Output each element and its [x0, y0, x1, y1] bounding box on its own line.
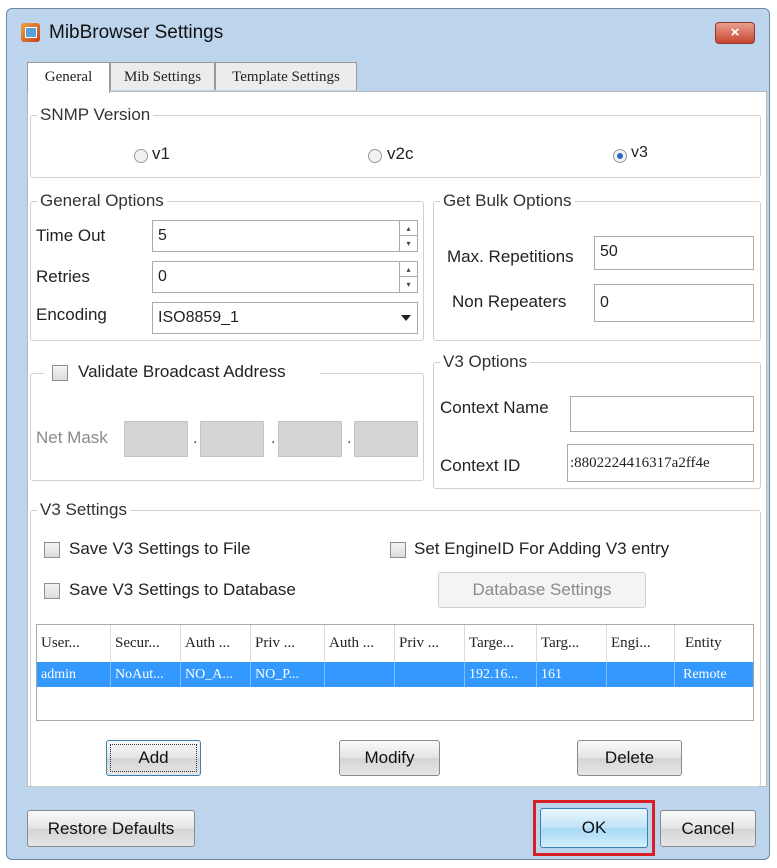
ip-dot: . — [347, 430, 352, 447]
table-cell — [607, 662, 675, 687]
encoding-select[interactable]: ISO8859_1 — [152, 302, 418, 334]
max-repetitions-field[interactable]: 50 — [594, 236, 754, 270]
tab-mib-settings[interactable]: Mib Settings — [110, 62, 215, 90]
close-button[interactable]: × — [715, 22, 755, 44]
column-header[interactable]: Priv ... — [395, 625, 465, 662]
validate-broadcast-label: Validate Broadcast Address — [78, 362, 286, 381]
table-cell: NoAut... — [111, 662, 181, 687]
encoding-value: ISO8859_1 — [158, 309, 239, 326]
max-repetitions-label: Max. Repetitions — [447, 247, 574, 266]
validate-broadcast-checkbox[interactable] — [52, 365, 68, 381]
title-bar[interactable]: MibBrowser Settings × — [7, 9, 769, 53]
timeout-label: Time Out — [36, 226, 106, 245]
column-header[interactable]: Priv ... — [251, 625, 325, 662]
ok-highlight-box — [533, 800, 655, 856]
column-header[interactable]: Auth ... — [181, 625, 251, 662]
ip-dot: . — [271, 430, 276, 447]
netmask-octet-4 — [354, 421, 418, 457]
snmp-version-legend: SNMP Version — [37, 105, 154, 125]
general-options-legend: General Options — [37, 191, 167, 211]
save-to-db-label: Save V3 Settings to Database — [69, 580, 296, 599]
table-cell: Remote — [683, 667, 727, 682]
netmask-octet-3 — [278, 421, 342, 457]
context-id-field[interactable]: :8802224416317a2ff4e — [567, 444, 754, 482]
chevron-down-icon — [401, 315, 411, 321]
ip-dot: . — [193, 430, 198, 447]
column-header[interactable]: User... — [37, 625, 111, 662]
set-engine-id-checkbox[interactable] — [390, 542, 406, 558]
spin-up-icon[interactable]: ▴ — [400, 221, 417, 236]
table-cell — [395, 662, 465, 687]
timeout-value: 5 — [158, 227, 167, 244]
tab-general[interactable]: General — [27, 62, 110, 93]
table-cell: 161 — [537, 662, 607, 687]
context-name-label: Context Name — [440, 398, 549, 417]
table-cell: NO_A... — [181, 662, 251, 687]
restore-defaults-button[interactable]: Restore Defaults — [27, 810, 195, 847]
column-header[interactable]: Engi... — [607, 625, 675, 662]
retries-label: Retries — [36, 267, 90, 286]
save-to-db-checkbox[interactable] — [44, 583, 60, 599]
database-settings-button[interactable]: Database Settings — [438, 572, 646, 608]
table-cell: admin — [37, 662, 111, 687]
netmask-label: Net Mask — [36, 428, 108, 447]
window-title: MibBrowser Settings — [49, 22, 224, 43]
add-button[interactable]: Add — [106, 740, 201, 776]
netmask-octet-1 — [124, 421, 188, 457]
table-cell — [325, 662, 395, 687]
column-header[interactable]: Entity — [675, 625, 753, 662]
column-header[interactable]: Targe... — [465, 625, 537, 662]
radio-v2c-label: v2c — [387, 144, 414, 163]
timeout-spinner[interactable]: 5 ▴ ▾ — [152, 220, 418, 252]
radio-v2c[interactable] — [368, 149, 382, 163]
column-header[interactable]: Secur... — [111, 625, 181, 662]
get-bulk-legend: Get Bulk Options — [440, 191, 575, 211]
table-cell: 192.16... — [465, 662, 537, 687]
app-icon — [21, 23, 40, 42]
non-repeaters-label: Non Repeaters — [452, 292, 567, 311]
encoding-label: Encoding — [36, 305, 107, 324]
save-to-file-checkbox[interactable] — [44, 542, 60, 558]
table-cell: NO_P... — [251, 662, 325, 687]
spin-up-icon[interactable]: ▴ — [400, 262, 417, 277]
v3-options-legend: V3 Options — [440, 352, 531, 372]
set-engine-id-label: Set EngineID For Adding V3 entry — [414, 539, 670, 558]
radio-v3[interactable] — [613, 149, 627, 163]
radio-v1-label: v1 — [152, 144, 170, 163]
spin-down-icon[interactable]: ▾ — [400, 236, 417, 251]
v3-settings-legend: V3 Settings — [37, 500, 130, 520]
context-name-field[interactable] — [570, 396, 754, 432]
spin-down-icon[interactable]: ▾ — [400, 277, 417, 292]
column-header[interactable]: Auth ... — [325, 625, 395, 662]
retries-spin-buttons[interactable]: ▴ ▾ — [399, 262, 417, 292]
radio-v1[interactable] — [134, 149, 148, 163]
context-id-label: Context ID — [440, 456, 521, 475]
tab-template-settings[interactable]: Template Settings — [215, 62, 357, 90]
save-to-file-label: Save V3 Settings to File — [69, 539, 251, 558]
table-row[interactable]: admin NoAut... NO_A... NO_P... 192.16...… — [37, 662, 753, 687]
column-header[interactable]: Targ... — [537, 625, 607, 662]
timeout-spin-buttons[interactable]: ▴ ▾ — [399, 221, 417, 251]
close-icon: × — [730, 24, 740, 41]
broadcast-legend: Validate Broadcast Address — [44, 362, 320, 384]
focus-ring — [110, 744, 197, 772]
non-repeaters-field[interactable]: 0 — [594, 284, 754, 322]
cancel-button[interactable]: Cancel — [660, 810, 756, 847]
delete-button[interactable]: Delete — [577, 740, 682, 776]
radio-v3-label: v3 — [631, 144, 648, 161]
v3-users-table[interactable]: User... Secur... Auth ... Priv ... Auth … — [36, 624, 754, 721]
netmask-octet-2 — [200, 421, 264, 457]
retries-value: 0 — [158, 268, 167, 285]
retries-spinner[interactable]: 0 ▴ ▾ — [152, 261, 418, 293]
modify-button[interactable]: Modify — [339, 740, 440, 776]
